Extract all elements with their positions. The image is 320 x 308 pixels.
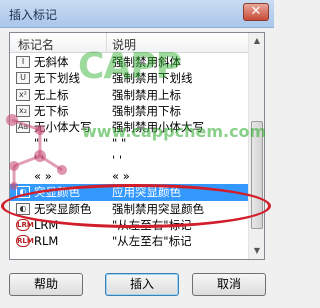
close-button[interactable]: ✕ xyxy=(243,3,269,21)
superscript-off-icon: x² xyxy=(16,88,30,101)
list-item[interactable]: x² 无上标 强制禁用上标 xyxy=(10,87,250,103)
list-item-name: 无下划线 xyxy=(34,71,80,86)
list-item[interactable]: U 无下划线 强制禁用下划线 xyxy=(10,70,250,86)
list-item-name: 无小体大写 xyxy=(34,120,92,135)
list-item-name: 无斜体 xyxy=(34,55,69,69)
list-item-name: 无突显颜色 xyxy=(34,201,92,216)
list-item[interactable]: Aa 无小体大写 强制禁用小体大写 xyxy=(10,119,250,135)
list-item[interactable]: x₂ 无下标 强制禁用下标 xyxy=(10,103,250,119)
lrm-icon: LRM xyxy=(16,218,34,231)
list-item-description: "从左至右"标记 xyxy=(112,234,192,249)
list-item-name: 突显颜色 xyxy=(34,185,80,200)
column-header-name[interactable]: 标记名 xyxy=(18,36,54,53)
list-rows: I 无斜体 强制禁用斜体 U 无下划线 强制禁用下划线 x² 无上标 强制禁用上标 x₂ 无下标 强制… xyxy=(10,54,250,250)
rlm-icon: RLM xyxy=(16,235,34,248)
list-item-selected[interactable]: ◐ 突显颜色 应用突显颜色 xyxy=(10,184,250,201)
title-bar: 插入标记 ✕ xyxy=(0,0,274,28)
list-item[interactable]: " " " " xyxy=(10,135,250,151)
list-item-description: 强制禁用小体大写 xyxy=(112,120,204,135)
cancel-button[interactable]: 取消 xyxy=(192,273,266,296)
list-item[interactable]: RLM RLM "从左至右"标记 xyxy=(10,233,250,249)
list-item-description: " " xyxy=(112,136,127,151)
insert-tag-dialog: 插入标记 ✕ 标记名 说明 I 无斜体 强制禁用斜体 U 无下划线 强制禁用下划线 x² 无上… xyxy=(0,0,274,308)
highlight-color-icon: ◐ xyxy=(16,186,30,199)
column-divider[interactable] xyxy=(106,33,107,53)
scroll-down-icon[interactable]: ▼ xyxy=(249,243,264,259)
list-item-description: "从左至右"标记 xyxy=(112,217,192,232)
scroll-thumb[interactable] xyxy=(251,121,263,229)
vertical-scrollbar[interactable]: ▲ ▼ xyxy=(248,33,264,259)
column-header-description[interactable]: 说明 xyxy=(112,36,136,53)
list-item-name: « » xyxy=(34,169,52,184)
list-item-description: 应用突显颜色 xyxy=(112,185,181,200)
list-item-name: LRM xyxy=(34,217,59,232)
close-icon: ✕ xyxy=(250,4,262,19)
list-item[interactable]: ' ' ' ' xyxy=(10,152,250,168)
list-item-description: « » xyxy=(112,169,130,184)
list-item-name: ' ' xyxy=(34,152,44,167)
list-header: 标记名 说明 xyxy=(10,33,250,53)
list-item[interactable]: I 无斜体 强制禁用斜体 xyxy=(10,54,250,70)
list-item-name: 无下标 xyxy=(34,103,69,118)
list-item-description: 强制禁用斜体 xyxy=(112,55,181,69)
list-item[interactable]: ◐ 无突显颜色 强制禁用突显颜色 xyxy=(10,201,250,217)
list-item-name: " " xyxy=(34,136,49,151)
italic-off-icon: I xyxy=(16,56,30,68)
dialog-title: 插入标记 xyxy=(9,8,58,22)
list-item-description: 强制禁用下标 xyxy=(112,103,181,118)
list-item-description: ' ' xyxy=(112,152,122,167)
tag-list[interactable]: 标记名 说明 I 无斜体 强制禁用斜体 U 无下划线 强制禁用下划线 x² 无上标 强制禁用上标… xyxy=(9,32,265,260)
help-button[interactable]: 帮助 xyxy=(9,273,83,296)
highlight-color-off-icon: ◐ xyxy=(16,202,30,215)
underline-off-icon: U xyxy=(16,72,30,85)
small-caps-off-icon: Aa xyxy=(16,121,30,134)
list-item-description: 强制禁用上标 xyxy=(112,87,181,102)
list-item[interactable]: LRM LRM "从左至右"标记 xyxy=(10,217,250,233)
list-item-description: 强制禁用下划线 xyxy=(112,71,193,86)
insert-button[interactable]: 插入 xyxy=(105,273,179,296)
list-item-name: RLM xyxy=(34,234,59,249)
list-item-description: 强制禁用突显颜色 xyxy=(112,201,204,216)
list-item[interactable]: « » « » xyxy=(10,168,250,184)
scroll-up-icon[interactable]: ▲ xyxy=(249,33,264,49)
list-item-name: 无上标 xyxy=(34,87,69,102)
subscript-off-icon: x₂ xyxy=(16,104,30,117)
